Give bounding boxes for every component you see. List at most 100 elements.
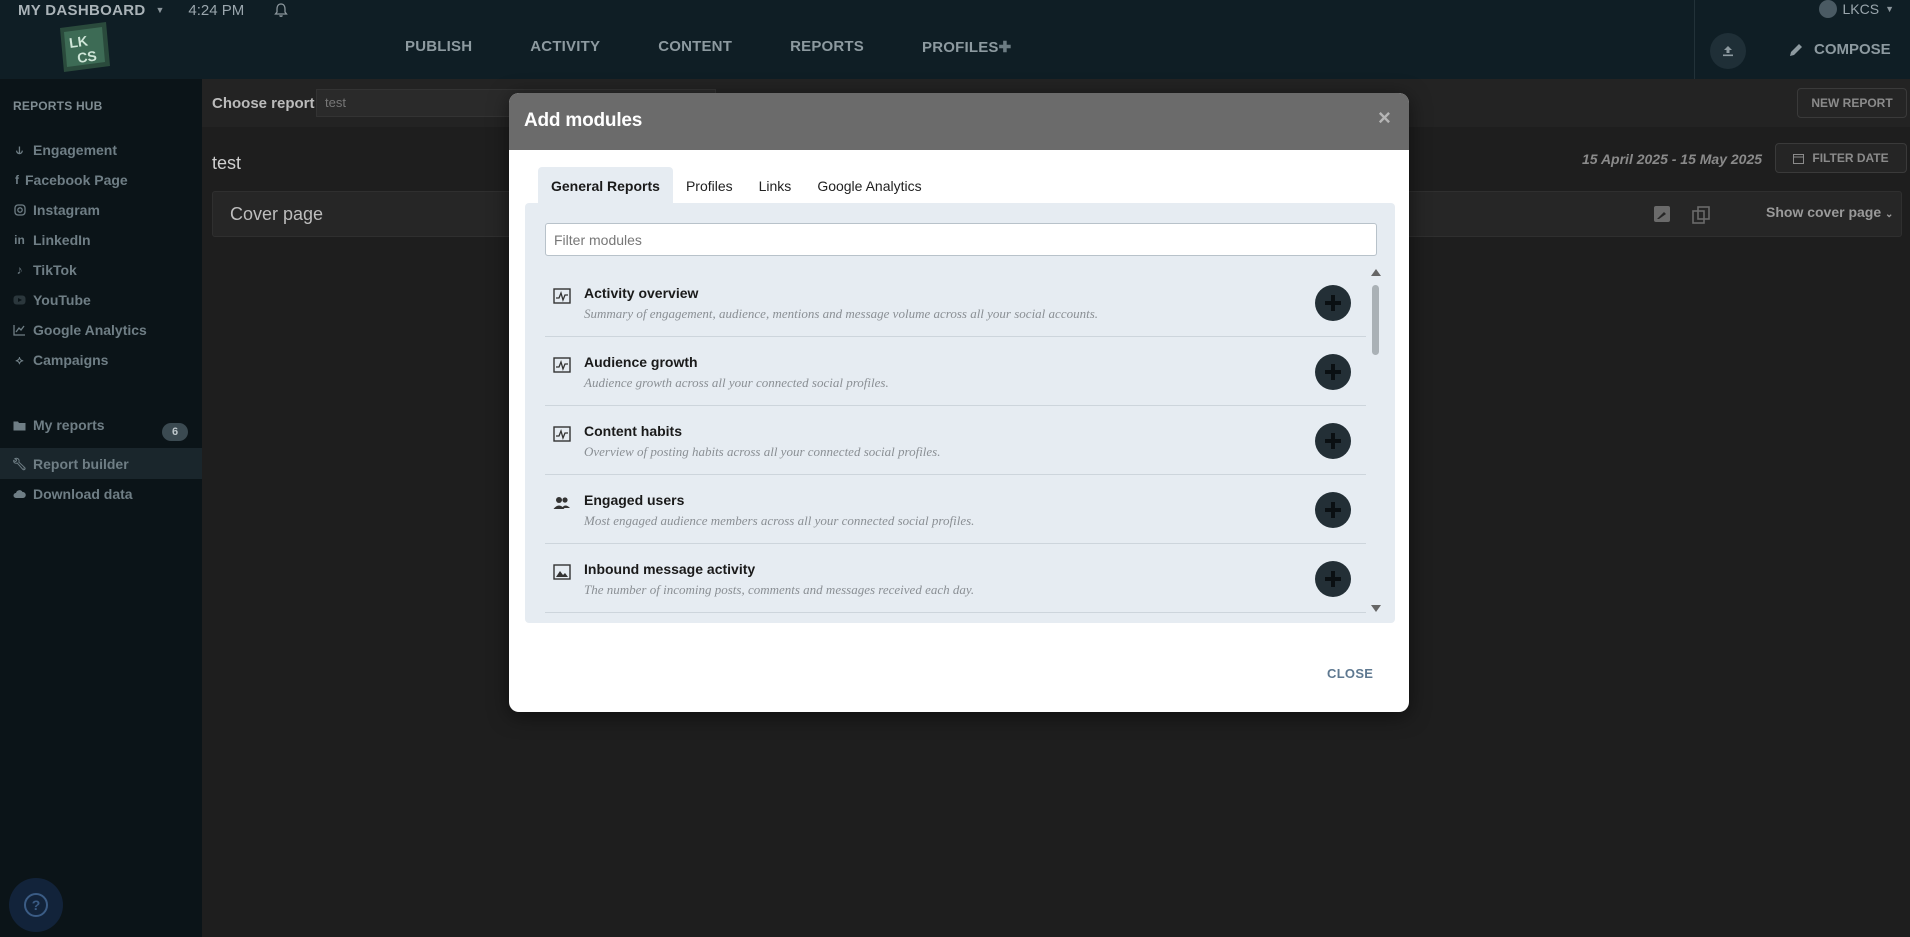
chevron-down-icon: ⌄ [1885, 209, 1894, 220]
instagram-icon [13, 204, 26, 217]
module-description: Overview of posting habits across all yo… [584, 444, 941, 459]
sidebar-item-instagram[interactable]: Instagram [13, 200, 100, 220]
sidebar-item-label: LinkedIn [33, 232, 91, 248]
modules-scrollbar[interactable] [1370, 269, 1381, 614]
help-button[interactable]: ? [9, 878, 63, 932]
divider [1694, 0, 1695, 79]
sidebar-item-youtube[interactable]: YouTube [13, 290, 91, 310]
add-module-button[interactable] [1315, 492, 1351, 528]
add-module-button[interactable] [1315, 423, 1351, 459]
add-module-button[interactable] [1315, 285, 1351, 321]
facebook-icon: f [15, 173, 19, 187]
dashboard-switcher[interactable]: MY DASHBOARD ▼ 4:24 PM [18, 0, 289, 20]
avatar [1818, 0, 1837, 18]
filter-modules-input[interactable] [545, 223, 1377, 256]
close-icon[interactable]: × [1378, 105, 1391, 131]
clock-time: 4:24 PM [188, 1, 245, 19]
modal-header: Add modules × [509, 93, 1409, 150]
brand-logo[interactable]: LK CS [56, 22, 112, 74]
sidebar-item-label: YouTube [33, 292, 91, 308]
nav-content[interactable]: CONTENT [658, 38, 732, 56]
sidebar-item-label: Engagement [33, 142, 118, 158]
nav-reports[interactable]: REPORTS [790, 38, 864, 56]
calendar-icon [1793, 153, 1805, 164]
modal-title: Add modules [524, 110, 643, 131]
tab-google-analytics[interactable]: Google Analytics [804, 167, 934, 205]
scroll-thumb[interactable] [1372, 285, 1379, 355]
plus-icon [1325, 502, 1341, 518]
nav-profiles-label: PROFILES [922, 39, 999, 56]
module-title: Inbound message activity [584, 561, 756, 577]
sidebar-item-engagement[interactable]: ⫝ Engagement [13, 140, 117, 160]
sidebar-item-google-analytics[interactable]: Google Analytics [13, 320, 147, 340]
module-description: The number of incoming posts, comments a… [584, 582, 975, 597]
module-tabs: General Reports Profiles Links Google An… [538, 165, 935, 205]
campaign-icon: ⟡ [15, 352, 24, 367]
new-report-button[interactable]: NEW REPORT [1797, 88, 1907, 118]
plus-icon: ✚ [998, 39, 1012, 56]
sidebar-item-download-data[interactable]: Download data [13, 484, 133, 504]
list-item: Inbound message activity The number of i… [545, 544, 1366, 613]
question-icon: ? [24, 893, 48, 917]
bell-icon[interactable] [274, 3, 289, 17]
show-cover-page-toggle[interactable]: Show cover page ⌄ [1766, 204, 1893, 220]
page-title: test [212, 153, 242, 173]
pulse-chart-icon [553, 357, 571, 373]
chevron-down-icon: ▼ [155, 5, 165, 15]
sidebar-item-report-builder[interactable]: 🔧︎ Report builder [12, 454, 129, 474]
add-module-button[interactable] [1315, 354, 1351, 390]
sidebar-item-label: Campaigns [33, 352, 109, 368]
user-menu[interactable]: LKCS ▼ [1818, 0, 1894, 18]
cover-actions [1653, 205, 1711, 230]
dashboard-label: MY DASHBOARD [18, 1, 146, 19]
main-nav: PUBLISH ACTIVITY CONTENT REPORTS PROFILE… [405, 38, 1069, 56]
svg-text:?: ? [32, 897, 41, 913]
tab-general-reports[interactable]: General Reports [538, 167, 673, 205]
linkedin-icon: in [14, 233, 25, 247]
scroll-up-arrow-icon[interactable] [1371, 269, 1381, 276]
pulse-chart-icon [553, 288, 571, 304]
nav-activity[interactable]: ACTIVITY [530, 38, 600, 56]
chevron-down-icon: ▼ [1885, 4, 1894, 14]
sidebar-item-campaigns[interactable]: ⟡ Campaigns [13, 350, 109, 370]
sidebar-item-label: Instagram [33, 202, 100, 218]
cloud-download-icon [13, 488, 26, 501]
sidebar-item-label: TikTok [33, 262, 77, 278]
sidebar-item-label: My reports [33, 417, 105, 433]
plus-icon [1325, 364, 1341, 380]
add-module-button[interactable] [1315, 561, 1351, 597]
nav-publish[interactable]: PUBLISH [405, 38, 472, 56]
module-description: Most engaged audience members across all… [584, 513, 975, 528]
filter-date-button[interactable]: FILTER DATE [1775, 143, 1907, 173]
module-description: Audience growth across all your connecte… [584, 375, 889, 390]
top-bar: MY DASHBOARD ▼ 4:24 PM LK CS PUBLISH ACT… [0, 0, 1910, 79]
sidebar-item-facebook[interactable]: f Facebook Page [13, 170, 128, 190]
chart-icon [13, 324, 26, 337]
filter-date-label: FILTER DATE [1812, 151, 1889, 165]
sidebar-item-label: Facebook Page [25, 172, 128, 188]
image-icon [553, 564, 571, 580]
upload-icon [1723, 46, 1733, 57]
compose-button[interactable]: COMPOSE [1788, 41, 1891, 58]
tab-profiles[interactable]: Profiles [673, 167, 746, 205]
folder-icon [13, 419, 26, 432]
close-button[interactable]: CLOSE [1327, 666, 1373, 681]
scroll-down-arrow-icon[interactable] [1371, 605, 1381, 612]
module-title: Activity overview [584, 285, 699, 301]
plus-icon [1325, 295, 1341, 311]
image-edit-icon[interactable] [1653, 205, 1671, 230]
module-title: Audience growth [584, 354, 698, 370]
sidebar-item-linkedin[interactable]: in LinkedIn [13, 230, 91, 250]
compose-label: COMPOSE [1814, 41, 1891, 58]
upload-button[interactable] [1710, 33, 1746, 69]
sidebar-item-tiktok[interactable]: ♪ TikTok [13, 260, 77, 280]
sidebar: REPORTS HUB ⫝ Engagement f Facebook Page… [0, 79, 202, 937]
pulse-chart-icon [553, 426, 571, 442]
list-item: Audience growth Audience growth across a… [545, 337, 1366, 406]
copy-icon[interactable] [1691, 205, 1711, 230]
nav-profiles[interactable]: PROFILES✚ [922, 38, 1011, 56]
sidebar-item-my-reports[interactable]: My reports [13, 415, 105, 435]
engagement-icon: ⫝ [15, 142, 24, 157]
plus-icon [1325, 571, 1341, 587]
tab-links[interactable]: Links [746, 167, 805, 205]
